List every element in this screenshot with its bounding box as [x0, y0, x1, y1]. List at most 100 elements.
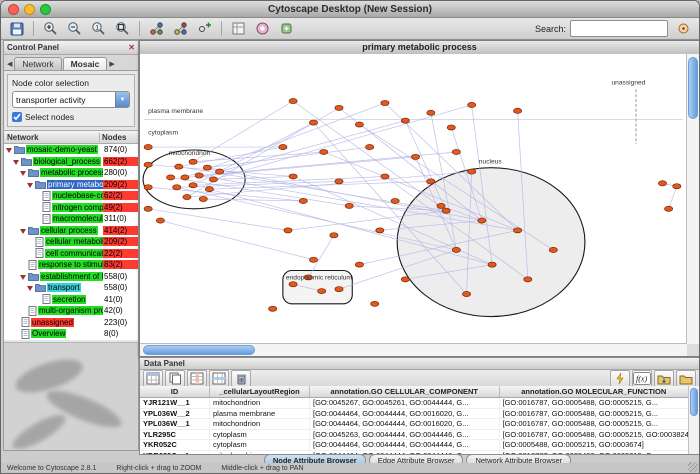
network-node[interactable]: [401, 118, 409, 123]
network-node[interactable]: [144, 206, 152, 211]
network-vertical-scrollbar[interactable]: [686, 54, 699, 344]
tree-row[interactable]: nitrogen compou49(2): [4, 202, 138, 214]
open-folder-icon[interactable]: [676, 370, 696, 387]
tree-row[interactable]: metabolic process280(0): [4, 167, 138, 179]
title-bar[interactable]: Cytoscape Desktop (New Session): [1, 1, 699, 18]
tree-row[interactable]: Overview8(0): [4, 328, 138, 340]
network-node[interactable]: [462, 291, 470, 296]
tree-row[interactable]: response to stimulu83(2): [4, 259, 138, 271]
scrollbar-thumb[interactable]: [143, 345, 255, 355]
network-node[interactable]: [173, 185, 181, 190]
network-node[interactable]: [514, 228, 522, 233]
network-node[interactable]: [175, 164, 183, 169]
network-node[interactable]: [189, 159, 197, 164]
node-selection-icon[interactable]: [169, 18, 192, 39]
expand-nodes-icon[interactable]: [193, 18, 216, 39]
network-node[interactable]: [335, 105, 343, 110]
control-panel-tab-mosaic[interactable]: Mosaic: [63, 57, 108, 70]
lightning-icon[interactable]: [610, 370, 630, 387]
network-node[interactable]: [289, 98, 297, 103]
table-column-header[interactable]: annotation.GO MOLECULAR_FUNCTION: [500, 386, 690, 397]
zoom-in-icon[interactable]: [39, 18, 62, 39]
tree-row[interactable]: primary metaboli209(2): [4, 179, 138, 191]
network-node[interactable]: [156, 218, 164, 223]
network-node[interactable]: [437, 203, 445, 208]
network-node[interactable]: [658, 181, 666, 186]
network-node[interactable]: [269, 306, 277, 311]
network-node[interactable]: [401, 277, 409, 282]
table-vertical-scrollbar[interactable]: [688, 386, 699, 454]
zoom-out-icon[interactable]: [63, 18, 86, 39]
network-node[interactable]: [488, 262, 496, 267]
expander-icon[interactable]: [20, 169, 27, 176]
network-node[interactable]: [320, 149, 328, 154]
table-column-header[interactable]: ID: [140, 386, 210, 397]
network-node[interactable]: [279, 145, 287, 150]
network-node[interactable]: [427, 110, 435, 115]
network-node[interactable]: [309, 120, 317, 125]
network-node[interactable]: [289, 174, 297, 179]
network-node[interactable]: [181, 175, 189, 180]
select-attributes-icon[interactable]: [143, 370, 163, 387]
save-icon[interactable]: [5, 18, 28, 39]
tree-row[interactable]: cellular process414(2): [4, 225, 138, 237]
color-attribute-select[interactable]: transporter activity ▼: [12, 91, 130, 108]
tree-row[interactable]: establishment of lo558(0): [4, 271, 138, 283]
tree-row[interactable]: biological_process662(2): [4, 156, 138, 168]
network-node[interactable]: [205, 187, 213, 192]
tree-row[interactable]: mosaic-demo-yeast874(0): [4, 144, 138, 156]
network-node[interactable]: [335, 287, 343, 292]
network-node[interactable]: [366, 145, 374, 150]
network-node[interactable]: [442, 208, 450, 213]
network-node[interactable]: [427, 179, 435, 184]
network-node[interactable]: [345, 203, 353, 208]
tree-row[interactable]: cell communicat22(2): [4, 248, 138, 260]
network-node[interactable]: [524, 277, 532, 282]
network-node[interactable]: [167, 175, 175, 180]
network-node[interactable]: [299, 198, 307, 203]
network-node[interactable]: [452, 149, 460, 154]
tree-row[interactable]: macromolecule311(0): [4, 213, 138, 225]
tree-row[interactable]: transport558(0): [4, 282, 138, 294]
network-node[interactable]: [478, 218, 486, 223]
network-node[interactable]: [309, 257, 317, 262]
tree-row[interactable]: secretion41(0): [4, 294, 138, 306]
network-node[interactable]: [468, 102, 476, 107]
network-view-title[interactable]: primary metabolic process: [140, 41, 699, 55]
network-node[interactable]: [144, 185, 152, 190]
network-node[interactable]: [673, 184, 681, 189]
scrollbar-thumb[interactable]: [690, 388, 698, 416]
expander-icon[interactable]: [27, 181, 34, 188]
network-node[interactable]: [209, 177, 217, 182]
control-panel-close-icon[interactable]: ✕: [128, 44, 135, 52]
network-node[interactable]: [355, 122, 363, 127]
network-node[interactable]: [284, 228, 292, 233]
vizmap-icon[interactable]: [251, 18, 274, 39]
network-view-icon[interactable]: [145, 18, 168, 39]
delete-attribute-icon[interactable]: [187, 370, 207, 387]
network-node[interactable]: [381, 100, 389, 105]
network-node[interactable]: [144, 162, 152, 167]
network-node[interactable]: [144, 145, 152, 150]
tree-row[interactable]: nucleobase-co62(2): [4, 190, 138, 202]
network-node[interactable]: [665, 206, 673, 211]
overview-thumbnail[interactable]: [4, 342, 138, 450]
expander-icon[interactable]: [20, 227, 27, 234]
network-node[interactable]: [189, 183, 197, 188]
network-node[interactable]: [452, 247, 460, 252]
zoom-fit-icon[interactable]: [111, 18, 134, 39]
expander-icon[interactable]: [6, 146, 13, 153]
network-node[interactable]: [468, 169, 476, 174]
network-node[interactable]: [199, 196, 207, 201]
network-canvas[interactable]: plasma membranecytoplasmmitochondrionnuc…: [140, 54, 687, 344]
network-node[interactable]: [371, 301, 379, 306]
tree-row[interactable]: unassigned223(0): [4, 317, 138, 329]
expander-icon[interactable]: [13, 158, 20, 165]
network-node[interactable]: [549, 247, 557, 252]
network-node[interactable]: [203, 165, 211, 170]
network-node[interactable]: [289, 282, 297, 287]
plugin-icon[interactable]: [275, 18, 298, 39]
network-node[interactable]: [183, 194, 191, 199]
search-input[interactable]: [570, 20, 668, 37]
select-nodes-checkbox[interactable]: [12, 112, 22, 122]
